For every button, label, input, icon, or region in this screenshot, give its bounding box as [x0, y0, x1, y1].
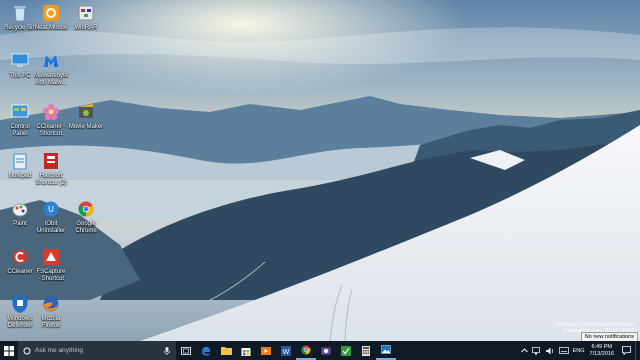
- keyboard-icon[interactable]: [557, 341, 571, 360]
- system-tray: ENG 6:49 PM 7/13/2016: [519, 341, 640, 360]
- flower-icon: [40, 101, 62, 123]
- volume-icon[interactable]: [544, 341, 557, 360]
- media-icon[interactable]: [256, 341, 276, 360]
- network-icon[interactable]: [530, 341, 544, 360]
- file-explorer-icon[interactable]: [216, 341, 236, 360]
- firefox-icon: [40, 293, 62, 315]
- chrome-icon[interactable]: [296, 341, 316, 360]
- edge-icon[interactable]: [196, 341, 216, 360]
- iobit-uninstaller-icon: U: [40, 198, 62, 220]
- hardsoft-icon: [40, 150, 62, 172]
- fscapture-icon: [40, 246, 62, 268]
- this-pc-icon: [9, 50, 31, 72]
- notepad-icon: [9, 150, 31, 172]
- word-icon[interactable]: W: [276, 341, 296, 360]
- windows-logo-icon: [4, 345, 14, 356]
- microphone-icon[interactable]: [164, 346, 170, 355]
- winrar-icon: [75, 2, 97, 24]
- green-app-icon[interactable]: [336, 341, 356, 360]
- desktop-icon-google-chrome[interactable]: Google Chrome: [66, 198, 106, 242]
- desktop-icon-fscapture[interactable]: FSCapture - Shortcut: [31, 246, 71, 290]
- desktop-icon-iobit-uninstaller[interactable]: U IObit Uninstaller: [31, 198, 71, 242]
- control-panel-icon: [9, 101, 31, 123]
- search-input[interactable]: [31, 347, 155, 354]
- show-hidden-icons-chevron-up-icon[interactable]: [519, 341, 530, 360]
- task-view-icon[interactable]: [176, 341, 196, 360]
- cortana-search-box[interactable]: [18, 341, 176, 360]
- desktop: Recycle Bin This PC Control Panel Notepa…: [0, 0, 640, 341]
- wallpaper: [0, 0, 640, 341]
- movie-maker-icon: [75, 101, 97, 123]
- neat-mouse-icon: [40, 2, 62, 24]
- start-button[interactable]: [0, 341, 18, 360]
- language-indicator[interactable]: ENG: [571, 341, 587, 360]
- windows-defender-icon: [9, 293, 31, 315]
- clock-time: 6:49 PM: [591, 343, 612, 350]
- clock[interactable]: 6:49 PM 7/13/2016: [587, 344, 617, 358]
- recycle-bin-icon: [9, 2, 31, 24]
- paint-icon: [9, 198, 31, 220]
- show-desktop-button[interactable]: [635, 341, 640, 360]
- desktop-icon-firefox[interactable]: Mozilla Firefox: [31, 293, 71, 337]
- desktop-icon-ccleaner-shortcut[interactable]: CCleaner - Shortcut: [31, 101, 71, 145]
- screenshot-icon[interactable]: [316, 341, 336, 360]
- store-icon[interactable]: [236, 341, 256, 360]
- taskbar: W ENG 6:49 PM 7/13/2016: [0, 341, 640, 360]
- desktop-icon-winrar[interactable]: WinRAR: [66, 2, 106, 46]
- action-center-icon[interactable]: [617, 341, 635, 360]
- svg-text:U: U: [48, 205, 54, 214]
- chrome-icon: [75, 198, 97, 220]
- desktop-icon-hardsoft[interactable]: Hardsoft Shortcut (2): [31, 150, 71, 194]
- desktop-icon-malwarebytes[interactable]: Malwarebyte Anti-Malw...: [31, 50, 71, 94]
- calculator-icon[interactable]: [356, 341, 376, 360]
- language-label: ENG: [572, 347, 585, 354]
- desktop-icon-movie-maker[interactable]: Movie Maker: [66, 101, 106, 145]
- clock-date: 7/13/2016: [589, 350, 614, 357]
- cortana-circle-icon: [23, 347, 31, 354]
- photos-icon[interactable]: [376, 341, 396, 360]
- svg-text:W: W: [283, 348, 290, 356]
- ccleaner-icon: [9, 246, 31, 268]
- malwarebytes-icon: [40, 50, 62, 72]
- desktop-icon-neat-mouse[interactable]: Neat Mouse: [31, 2, 71, 46]
